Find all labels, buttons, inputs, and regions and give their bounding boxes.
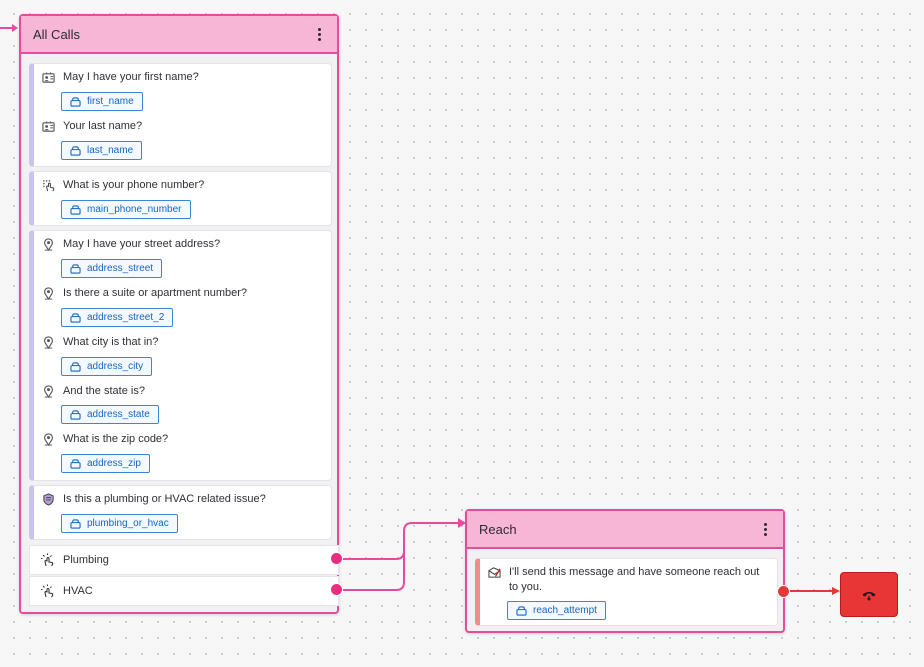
field-store-icon (70, 312, 81, 323)
map-pin-icon (41, 286, 55, 300)
field-name: last_name (87, 145, 134, 156)
field-name: reach_attempt (533, 605, 597, 616)
question-text: Is there a suite or apartment number? (63, 287, 248, 299)
reach-node[interactable]: Reach I'll send this message and have so… (465, 509, 785, 633)
branch-hvac[interactable]: HVAC (29, 576, 339, 606)
field-tag[interactable]: last_name (61, 141, 143, 160)
field-tag[interactable]: plumbing_or_hvac (61, 514, 178, 533)
question-group-phone[interactable]: What is your phone number? main_phone_nu… (29, 171, 332, 226)
all-calls-node[interactable]: All Calls May I have your first name? fi… (19, 14, 339, 614)
question-row: What is your phone number? (41, 178, 204, 192)
question-text: Your last name? (63, 120, 143, 132)
map-pin-icon (41, 237, 55, 251)
question-row: And the state is? (41, 384, 145, 398)
field-name: first_name (87, 96, 134, 107)
question-row: May I have your street address? (41, 237, 220, 251)
end-call-node[interactable] (840, 572, 898, 617)
field-tag[interactable]: first_name (61, 92, 143, 111)
message-row: I'll send this message and have someone … (487, 565, 759, 595)
field-store-icon (70, 361, 81, 372)
field-tag[interactable]: address_state (61, 405, 159, 424)
message-text-block: I'll send this message and have someone … (509, 565, 759, 595)
choice-shield-icon (41, 492, 55, 506)
question-group-issue-type[interactable]: Is this a plumbing or HVAC related issue… (29, 485, 332, 540)
message-edit-icon (487, 565, 501, 579)
field-store-icon (70, 145, 81, 156)
question-row: Your last name? (41, 119, 142, 133)
field-name: address_street (87, 263, 154, 274)
branch-plumbing[interactable]: Plumbing (29, 545, 339, 575)
keypad-tap-icon (41, 178, 55, 192)
question-text: What is the zip code? (63, 433, 169, 445)
question-text: Is this a plumbing or HVAC related issue… (63, 493, 266, 505)
more-options-icon[interactable] (311, 24, 327, 44)
all-calls-header[interactable]: All Calls (21, 16, 337, 54)
map-pin-icon (41, 384, 55, 398)
contact-card-icon (41, 70, 55, 84)
edge-arrow-hangup (832, 587, 840, 595)
contact-card-icon (41, 119, 55, 133)
field-store-icon (70, 458, 81, 469)
field-name: address_state (87, 409, 150, 420)
question-group-name[interactable]: May I have your first name? first_name Y… (29, 63, 332, 167)
field-name: address_zip (87, 458, 141, 469)
node-title: All Calls (33, 26, 80, 42)
field-name: address_city (87, 361, 144, 372)
question-row: What city is that in? (41, 335, 158, 349)
port-reach-output[interactable] (777, 585, 790, 598)
incoming-edge-arrow (12, 24, 18, 32)
question-text: And the state is? (63, 385, 145, 397)
phone-hangup-icon (862, 591, 876, 601)
field-store-icon (70, 263, 81, 274)
question-text: May I have your street address? (63, 238, 221, 250)
question-row: What is the zip code? (41, 432, 168, 446)
branch-tap-icon (41, 584, 54, 598)
port-hvac-output[interactable] (330, 583, 343, 596)
field-store-icon (70, 96, 81, 107)
field-tag[interactable]: main_phone_number (61, 200, 191, 219)
branch-label: Plumbing (63, 554, 109, 566)
field-tag[interactable]: address_street_2 (61, 308, 174, 327)
branch-label: HVAC (63, 585, 93, 597)
map-pin-icon (41, 432, 55, 446)
message-text-line1: I'll send this message and have someone … (509, 566, 760, 578)
question-row: Is there a suite or apartment number? (41, 286, 247, 300)
map-pin-icon (41, 335, 55, 349)
question-text: What city is that in? (63, 336, 159, 348)
question-row: Is this a plumbing or HVAC related issue… (41, 492, 266, 506)
field-store-icon (70, 518, 81, 529)
question-row: May I have your first name? (41, 70, 199, 84)
field-store-icon (70, 204, 81, 215)
question-text: May I have your first name? (63, 71, 199, 83)
port-plumbing-output[interactable] (330, 552, 343, 565)
question-text: What is your phone number? (63, 179, 205, 191)
message-text-line2: to you. (509, 581, 543, 593)
question-group-address[interactable]: May I have your street address? address_… (29, 230, 332, 481)
field-name: address_street_2 (87, 312, 165, 323)
field-tag[interactable]: address_city (61, 357, 153, 376)
message-card[interactable]: I'll send this message and have someone … (475, 558, 778, 626)
more-options-icon[interactable] (757, 519, 773, 539)
field-name: main_phone_number (87, 204, 182, 215)
field-tag[interactable]: address_zip (61, 454, 150, 473)
reach-header[interactable]: Reach (467, 511, 783, 549)
field-store-icon (516, 605, 527, 616)
field-tag[interactable]: address_street (61, 259, 163, 278)
edge-hvac-to-reach (338, 531, 405, 591)
edge-plumbing-to-reach (338, 522, 460, 560)
field-store-icon (70, 409, 81, 420)
node-title: Reach (479, 521, 517, 537)
field-tag[interactable]: reach_attempt (507, 601, 606, 620)
branch-tap-icon (41, 553, 54, 567)
field-name: plumbing_or_hvac (87, 518, 169, 529)
